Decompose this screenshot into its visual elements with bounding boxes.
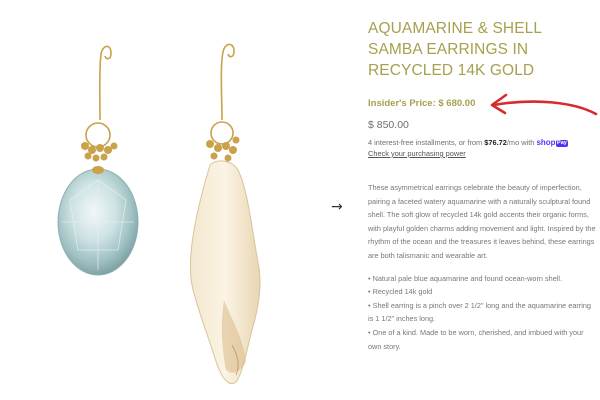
product-title-line: RECYCLED 14K GOLD [368, 62, 535, 79]
installments-text: 4 interest-free installments, or from $7… [368, 138, 596, 148]
next-image-arrow-icon[interactable]: → [331, 198, 349, 216]
product-title: AQUAMARINE & SHELL SAMBA EARRINGS IN REC… [368, 18, 596, 81]
product-details-list: • Natural pale blue aquamarine and found… [368, 272, 596, 354]
product-info: AQUAMARINE & SHELL SAMBA EARRINGS IN REC… [368, 18, 596, 353]
installments-prefix: 4 interest-free installments, or from [368, 138, 485, 147]
product-title-line: AQUAMARINE & SHELL [368, 20, 543, 37]
shop-pay-word: shop [536, 138, 556, 147]
list-item: • Natural pale blue aquamarine and found… [368, 273, 563, 283]
shell-earring [210, 43, 235, 145]
installments-suffix: /mo with [506, 138, 537, 147]
earrings-photo [57, 43, 261, 384]
shop-pay-badge: Pay [555, 140, 569, 147]
product-image[interactable] [0, 0, 326, 400]
list-item: • Shell earring is a pinch over 2 1/2" l… [368, 300, 591, 324]
shop-pay-logo: shop Pay [536, 138, 569, 148]
list-item: • One of a kind. Made to be worn, cheris… [368, 327, 584, 351]
gold-charms-left [81, 142, 118, 162]
aquamarine-earring [85, 45, 112, 148]
list-item: • Recycled 14k gold [368, 287, 433, 297]
red-annotation-arrow-icon [490, 93, 598, 116]
product-description: These asymmetrical earrings celebrate th… [368, 183, 596, 260]
installments-amount: $76.72 [484, 138, 507, 147]
product-title-line: SAMBA EARRINGS IN [368, 41, 529, 58]
check-purchasing-power-link[interactable]: Check your purchasing power [368, 148, 596, 159]
